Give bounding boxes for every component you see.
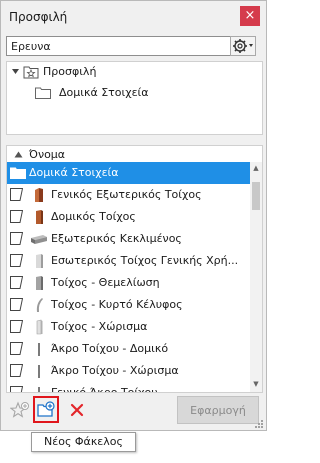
wall-partition-icon — [36, 319, 43, 335]
scroll-up-arrow-icon[interactable]: ▲ — [250, 162, 262, 174]
checkbox[interactable] — [10, 320, 23, 333]
column-header-name: Όνομα — [29, 148, 66, 161]
search-input[interactable] — [6, 36, 232, 56]
settings-dropdown-button[interactable] — [230, 36, 256, 56]
checkbox[interactable] — [10, 342, 23, 355]
list-item-label: Τοίχος - Χώρισμα — [51, 320, 148, 333]
list-item[interactable]: Εξωτερικός Κεκλιμένος — [7, 228, 250, 250]
new-folder-icon — [37, 401, 55, 417]
list-item[interactable]: Γενικό Άκρο Τοίχου — [7, 382, 250, 393]
wall-foundation-icon — [36, 276, 43, 290]
checkbox[interactable] — [10, 386, 23, 392]
list-item[interactable]: Τοίχος - Θεμελίωση — [7, 272, 250, 294]
favorites-list: Δομικά Στοιχεία Γενικός Εξωτερικός Τοίχο… — [6, 162, 263, 393]
list-header[interactable]: Όνομα — [6, 145, 263, 163]
checkbox[interactable] — [10, 298, 23, 311]
star-folder-icon — [23, 66, 39, 79]
list-item-label: Άκρο Τοίχου - Χώρισμα — [51, 364, 179, 377]
list-item[interactable]: Τοίχος - Κυρτό Κέλυφος — [7, 294, 250, 316]
wall-exterior-icon — [35, 188, 43, 202]
checkbox[interactable] — [10, 210, 23, 223]
resize-grip-icon[interactable] — [254, 419, 264, 429]
folder-icon — [10, 167, 26, 179]
tree-root-label: Προσφιλή — [43, 65, 97, 78]
new-folder-button[interactable] — [33, 396, 59, 423]
close-button[interactable]: × — [240, 6, 260, 26]
wall-structural-icon — [36, 210, 43, 224]
wall-interior-icon — [36, 254, 43, 268]
favorites-tree: Προσφιλή Δομικά Στοιχεία — [6, 61, 263, 135]
new-folder-tooltip: Νέος Φάκελος — [31, 432, 136, 452]
checkbox[interactable] — [10, 276, 23, 289]
tree-item-label: Δομικά Στοιχεία — [59, 86, 149, 99]
list-item-label: Δομικά Στοιχεία — [29, 166, 119, 179]
list-item[interactable]: Άκρο Τοίχου - Δομικό — [7, 338, 250, 360]
checkbox[interactable] — [10, 254, 23, 267]
wall-curved-icon — [36, 298, 43, 312]
list-item[interactable]: Γενικός Εξωτερικός Τοίχος — [7, 184, 250, 206]
tree-root-favorites[interactable]: Προσφιλή — [9, 63, 259, 81]
list-item-label: Γενικός Εξωτερικός Τοίχος — [51, 188, 202, 201]
delete-icon[interactable] — [70, 403, 84, 417]
chevron-down-icon[interactable] — [11, 68, 20, 76]
list-item-label: Δομικός Τοίχος — [51, 210, 136, 223]
favorites-panel: Προσφιλή × Ερευνα Προσφιλή Δομικά Στοιχε… — [0, 0, 267, 431]
list-item[interactable]: Εσωτερικός Τοίχος Γενικής Χρή... — [7, 250, 250, 272]
gear-icon — [233, 39, 253, 53]
add-favorite-star-icon[interactable] — [10, 401, 30, 419]
folder-icon — [35, 87, 51, 99]
scroll-down-arrow-icon[interactable]: ▼ — [250, 378, 262, 390]
list-item-folder[interactable]: Δομικά Στοιχεία — [7, 162, 250, 184]
list-item[interactable]: Άκρο Τοίχου - Χώρισμα — [7, 360, 250, 382]
wall-end-icon — [38, 343, 40, 356]
wall-end-icon — [38, 387, 40, 392]
checkbox[interactable] — [10, 232, 23, 245]
chevron-down-icon — [249, 44, 253, 47]
vertical-scrollbar[interactable]: ▲ ▼ — [250, 162, 262, 392]
scroll-thumb[interactable] — [252, 182, 260, 210]
bottom-toolbar: Εφαρμογή — [6, 396, 261, 426]
window-title: Προσφιλή — [9, 10, 68, 24]
list-item-label: Εσωτερικός Τοίχος Γενικής Χρή... — [51, 254, 239, 267]
apply-button[interactable]: Εφαρμογή — [177, 396, 259, 424]
checkbox[interactable] — [10, 188, 23, 201]
tree-item-structural-elements[interactable]: Δομικά Στοιχεία — [33, 84, 253, 102]
list-item-label: Τοίχος - Θεμελίωση — [51, 276, 160, 289]
list-item-label: Γενικό Άκρο Τοίχου — [51, 386, 158, 393]
checkbox[interactable] — [10, 364, 23, 377]
list-item-label: Εξωτερικός Κεκλιμένος — [51, 232, 182, 245]
sort-ascending-icon — [14, 151, 23, 158]
wall-slanted-icon — [31, 235, 47, 244]
list-item-label: Τοίχος - Κυρτό Κέλυφος — [51, 298, 183, 311]
search-row — [6, 36, 261, 56]
list-item[interactable]: Δομικός Τοίχος — [7, 206, 250, 228]
wall-end-icon — [38, 365, 40, 378]
list-item-label: Άκρο Τοίχου - Δομικό — [51, 342, 169, 355]
list-item[interactable]: Τοίχος - Χώρισμα — [7, 316, 250, 338]
